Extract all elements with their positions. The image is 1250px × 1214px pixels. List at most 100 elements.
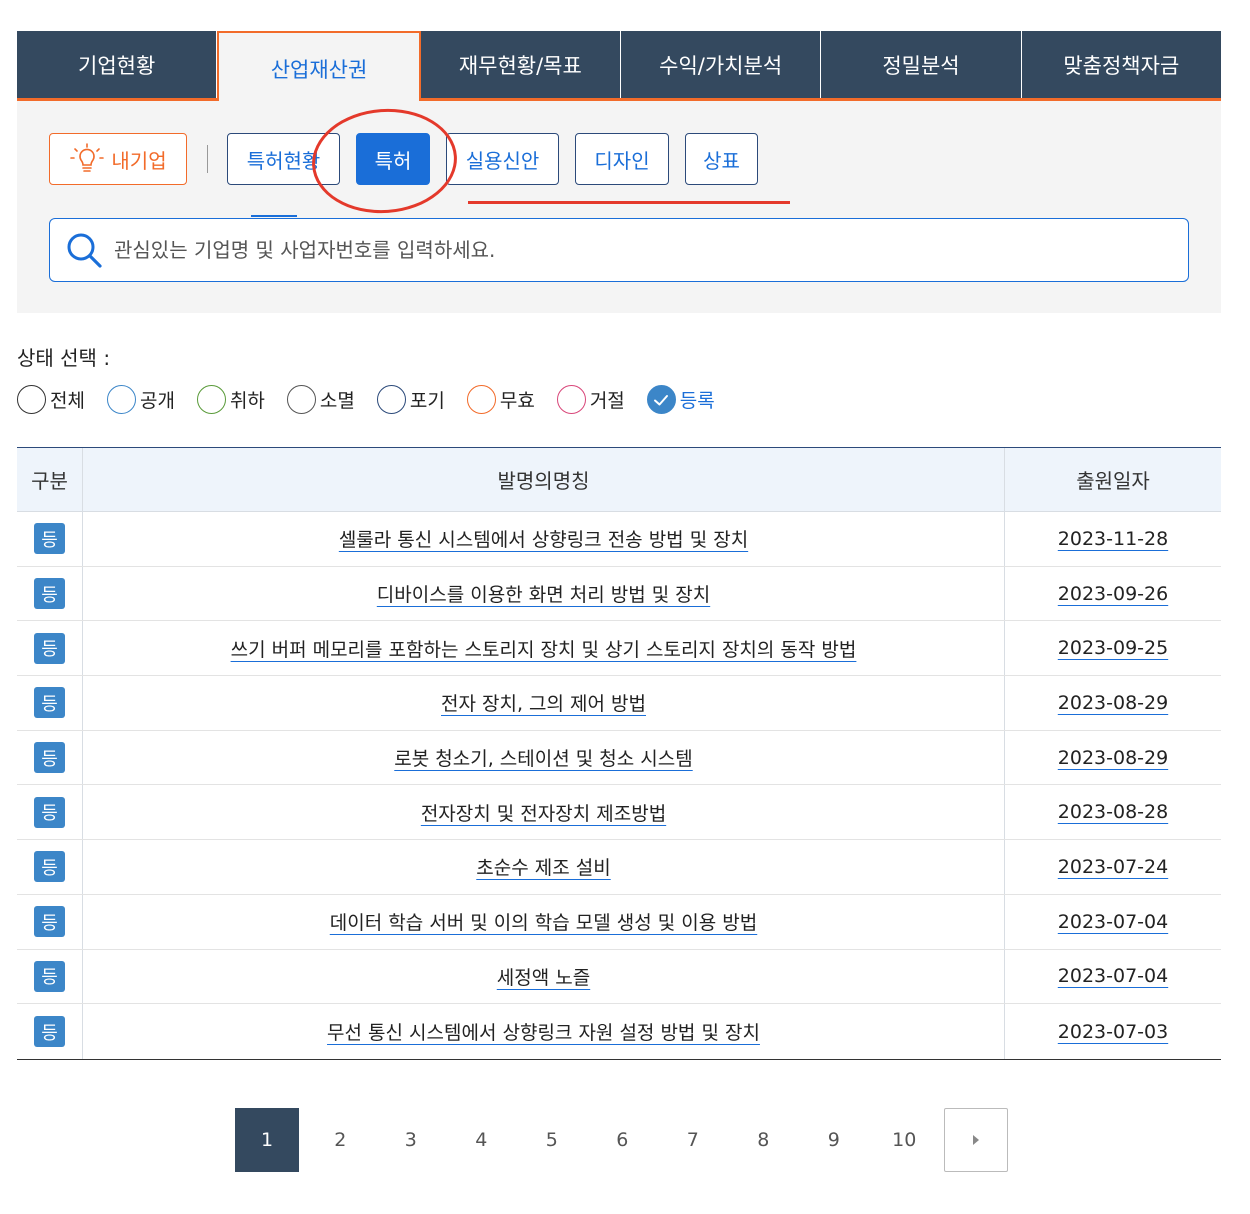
tab-custom-policy-funds[interactable]: 맞춤정책자금	[1022, 31, 1221, 98]
application-date-link[interactable]: 2023-11-28	[1058, 528, 1168, 550]
status-option-abandoned[interactable]: 포기	[376, 385, 445, 414]
radio-circle-icon	[466, 385, 496, 414]
type-cell: 등	[17, 676, 83, 730]
table-row: 등 로봇 청소기, 스테이션 및 청소 시스템 2023-08-29	[17, 730, 1221, 786]
page-9-link[interactable]: 9	[799, 1108, 870, 1172]
title-cell: 셀룰라 통신 시스템에서 상향링크 전송 방법 및 장치	[83, 512, 1005, 566]
date-cell: 2023-08-29	[1005, 731, 1221, 785]
invention-title-link[interactable]: 디바이스를 이용한 화면 처리 방법 및 장치	[377, 580, 710, 607]
top-tab-bar: 기업현황 산업재산권 재무현황/목표 수익/가치분석 정밀분석 맞춤정책자금	[17, 31, 1221, 104]
date-cell: 2023-07-04	[1005, 895, 1221, 949]
status-option-invalid[interactable]: 무효	[466, 385, 535, 414]
page-8-link[interactable]: 8	[728, 1108, 799, 1172]
invention-title-link[interactable]: 셀룰라 통신 시스템에서 상향링크 전송 방법 및 장치	[339, 525, 748, 552]
radio-circle-icon	[196, 385, 226, 414]
table-body: 등 셀룰라 통신 시스템에서 상향링크 전송 방법 및 장치 2023-11-28 등…	[17, 512, 1221, 1059]
registered-badge: 등	[34, 851, 65, 883]
tab-finance-goals[interactable]: 재무현황/목표	[421, 31, 621, 98]
status-label: 전체	[50, 390, 85, 412]
application-date-link[interactable]: 2023-07-04	[1058, 965, 1168, 987]
invention-title-link[interactable]: 전자장치 및 전자장치 제조방법	[421, 799, 666, 826]
invention-title-link[interactable]: 초순수 제조 설비	[476, 853, 610, 880]
page-10-link[interactable]: 10	[869, 1108, 940, 1172]
status-option-expired[interactable]: 소멸	[286, 385, 355, 414]
status-option-rejected[interactable]: 거절	[556, 385, 625, 414]
status-option-withdrawn[interactable]: 취하	[196, 385, 265, 414]
page-5-link[interactable]: 5	[517, 1108, 588, 1172]
type-cell: 등	[17, 840, 83, 894]
search-box	[49, 218, 1189, 282]
radio-circle-icon	[106, 385, 136, 414]
title-cell: 세정액 노즐	[83, 949, 1005, 1004]
application-date-link[interactable]: 2023-08-28	[1058, 801, 1168, 823]
status-radio-group: 전체 공개 취하 소멸 포기 무효 거절 등록	[17, 385, 737, 414]
registered-badge: 등	[34, 960, 65, 992]
type-cell: 등	[17, 785, 83, 840]
check-icon	[646, 385, 676, 414]
invention-title-link[interactable]: 쓰기 버퍼 메모리를 포함하는 스토리지 장치 및 상기 스토리지 장치의 동작…	[231, 635, 857, 662]
subtab-design[interactable]: 디자인	[575, 133, 669, 185]
status-label: 공개	[139, 390, 175, 412]
radio-circle-icon	[286, 385, 316, 414]
subtab-trademark[interactable]: 상표	[685, 133, 758, 185]
subtab-utility-model[interactable]: 실용신안	[446, 133, 559, 185]
tab-industrial-property[interactable]: 산업재산권	[217, 31, 421, 104]
header-application-date: 출원일자	[1076, 469, 1150, 493]
invention-title-link[interactable]: 전자 장치, 그의 제어 방법	[441, 689, 646, 716]
application-date-link[interactable]: 2023-08-29	[1058, 747, 1168, 769]
page-6-link[interactable]: 6	[587, 1108, 658, 1172]
tab-detailed-analysis[interactable]: 정밀분석	[821, 31, 1022, 98]
title-cell: 초순수 제조 설비	[83, 840, 1005, 894]
status-label: 포기	[409, 390, 445, 412]
table-row: 등 전자장치 및 전자장치 제조방법 2023-08-28	[17, 785, 1221, 841]
date-cell: 2023-07-24	[1005, 840, 1221, 894]
title-cell: 로봇 청소기, 스테이션 및 청소 시스템	[83, 730, 1005, 785]
page-1-link[interactable]: 1	[235, 1108, 299, 1172]
my-company-button[interactable]: 내기업	[49, 133, 187, 185]
search-input[interactable]	[114, 238, 1174, 262]
invention-title-link[interactable]: 데이터 학습 서버 및 이의 학습 모델 생성 및 이용 방법	[330, 908, 757, 935]
invention-title-link[interactable]: 세정액 노즐	[497, 963, 590, 990]
subtab-patent[interactable]: 특허	[356, 133, 430, 185]
application-date-link[interactable]: 2023-09-25	[1058, 637, 1168, 659]
date-cell: 2023-09-25	[1005, 621, 1221, 675]
title-cell: 쓰기 버퍼 메모리를 포함하는 스토리지 장치 및 상기 스토리지 장치의 동작…	[83, 621, 1005, 676]
next-page-button[interactable]	[943, 1108, 1008, 1172]
title-cell: 무선 통신 시스템에서 상향링크 자원 설정 방법 및 장치	[83, 1004, 1005, 1059]
invention-title-link[interactable]: 로봇 청소기, 스테이션 및 청소 시스템	[394, 744, 692, 771]
application-date-link[interactable]: 2023-09-26	[1058, 583, 1168, 605]
status-label: 무효	[499, 390, 535, 412]
registered-badge: 등	[34, 906, 65, 938]
registered-badge: 등	[34, 1016, 65, 1048]
application-date-link[interactable]: 2023-08-29	[1058, 692, 1168, 714]
page-4-link[interactable]: 4	[446, 1108, 517, 1172]
title-cell: 디바이스를 이용한 화면 처리 방법 및 장치	[83, 566, 1005, 621]
page-list: 1 2 3 4 5 6 7 8 9 10	[235, 1108, 940, 1172]
type-cell: 등	[17, 949, 83, 1004]
status-label: 등록	[679, 390, 715, 412]
subtab-patent-status[interactable]: 특허현황	[227, 133, 340, 185]
page-7-link[interactable]: 7	[658, 1108, 729, 1172]
tab-company-status[interactable]: 기업현황	[17, 31, 218, 98]
search-icon	[67, 233, 102, 268]
divider	[207, 145, 208, 173]
my-company-label: 내기업	[111, 148, 167, 173]
page-3-link[interactable]: 3	[376, 1108, 447, 1172]
status-option-public[interactable]: 공개	[106, 385, 175, 414]
application-date-link[interactable]: 2023-07-24	[1058, 856, 1168, 878]
type-cell: 등	[17, 512, 83, 566]
application-date-link[interactable]: 2023-07-03	[1058, 1021, 1168, 1043]
type-cell: 등	[17, 730, 83, 785]
application-date-link[interactable]: 2023-07-04	[1058, 911, 1168, 933]
patent-table: 구분 발명의명칭 출원일자 등 셀룰라 통신 시스템에서 상향링크 전송 방법 및…	[17, 447, 1221, 1060]
table-header: 구분 발명의명칭 출원일자	[17, 448, 1221, 512]
table-row: 등 쓰기 버퍼 메모리를 포함하는 스토리지 장치 및 상기 스토리지 장치의 동…	[17, 621, 1221, 677]
page-2-link[interactable]: 2	[305, 1108, 376, 1172]
chevron-right-icon	[972, 1135, 979, 1145]
type-cell: 등	[17, 621, 83, 676]
status-option-registered[interactable]: 등록	[646, 385, 715, 414]
invention-title-link[interactable]: 무선 통신 시스템에서 상향링크 자원 설정 방법 및 장치	[327, 1018, 760, 1045]
status-option-all[interactable]: 전체	[17, 385, 85, 414]
tab-profit-value-analysis[interactable]: 수익/가치분석	[621, 31, 822, 98]
date-cell: 2023-07-03	[1005, 1004, 1221, 1059]
